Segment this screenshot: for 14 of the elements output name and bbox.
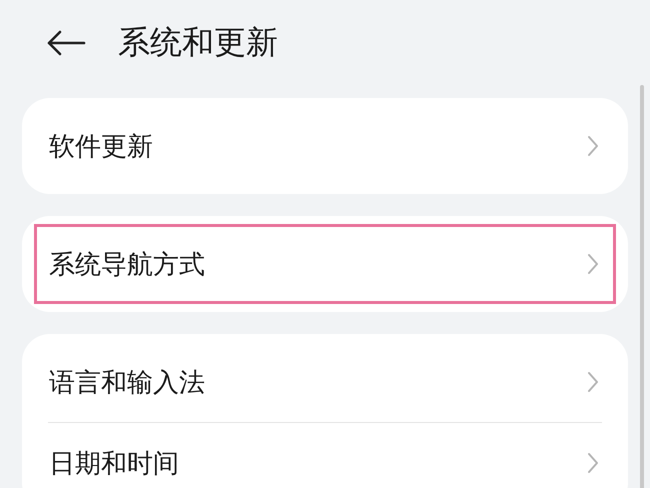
item-label: 语言和输入法: [49, 366, 205, 400]
settings-item[interactable]: 系统导航方式: [34, 224, 616, 304]
settings-item[interactable]: 日期和时间: [34, 423, 616, 488]
item-label: 系统导航方式: [49, 248, 205, 282]
chevron-icon: [587, 135, 599, 157]
settings-item[interactable]: 语言和输入法: [34, 342, 616, 422]
chevron-icon: [587, 452, 599, 474]
chevron-icon: [587, 253, 599, 275]
item-label: 日期和时间: [49, 448, 179, 480]
chevron-icon: [587, 371, 599, 393]
settings-item[interactable]: 软件更新: [34, 106, 616, 186]
page-title: 系统和更新: [118, 22, 278, 63]
item-label: 软件更新: [49, 130, 153, 164]
back-icon[interactable]: [46, 30, 86, 56]
